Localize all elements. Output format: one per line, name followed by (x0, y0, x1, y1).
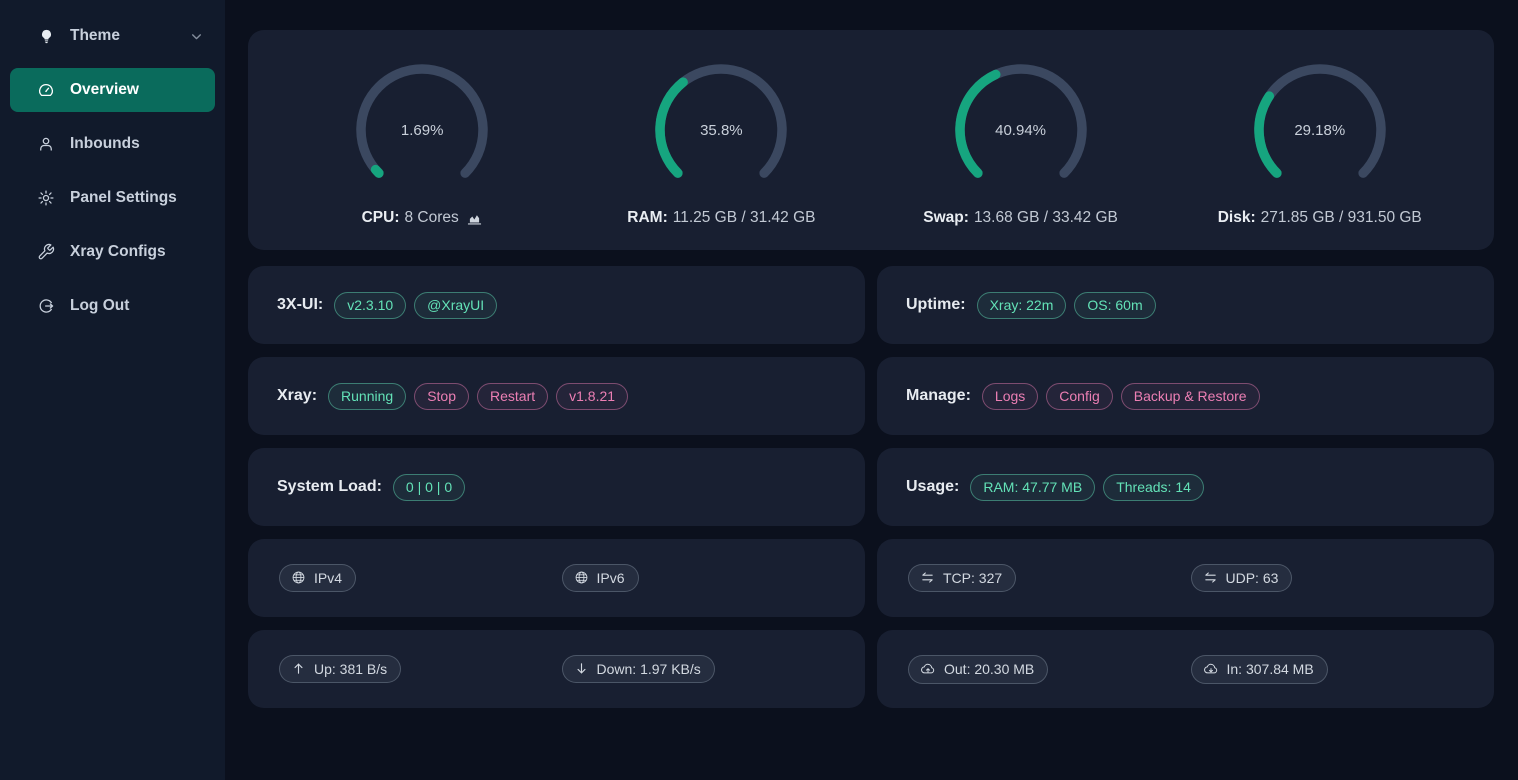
system-load-label: System Load: (277, 478, 382, 496)
cpu-percent-value: 1.69% (352, 60, 492, 200)
system-load-values-tag: 0 | 0 | 0 (393, 474, 465, 501)
connections-card: TCP: 327 UDP: 63 (877, 539, 1494, 617)
cpu-history-chart-icon[interactable] (466, 210, 483, 227)
sidebar-item-panel-settings[interactable]: Panel Settings (10, 176, 215, 220)
panel-version-label: 3X-UI: (277, 296, 323, 314)
lightbulb-icon (37, 27, 55, 45)
cloud-download-icon (1203, 661, 1219, 677)
udp-connections-tag: UDP: 63 (1191, 564, 1293, 592)
ram-usage-tag: RAM: 47.77 MB (970, 474, 1095, 501)
logout-icon (37, 297, 55, 315)
gauge-ram: 35.8% RAM: 11.25 GB / 31.42 GB (596, 60, 846, 227)
swap-percent-value: 40.94% (951, 60, 1091, 200)
tcp-connections-tag: TCP: 327 (908, 564, 1016, 592)
gear-icon (37, 189, 55, 207)
system-gauges-card: 1.69% CPU: 8 Cores 35.8% RAM: 11.25 GB /… (248, 30, 1494, 250)
main-content: 1.69% CPU: 8 Cores 35.8% RAM: 11.25 GB /… (225, 0, 1518, 780)
usage-card: Usage: RAM: 47.77 MB Threads: 14 (877, 448, 1494, 526)
download-speed-tag: Down: 1.97 KB/s (562, 655, 715, 683)
ip-card: IPv4 IPv6 (248, 539, 865, 617)
config-button[interactable]: Config (1046, 383, 1112, 410)
wrench-icon (37, 243, 55, 261)
globe-icon (574, 570, 589, 585)
disk-label: Disk: 271.85 GB / 931.50 GB (1218, 209, 1422, 227)
ipv6-tag: IPv6 (562, 564, 639, 592)
xray-restart-button[interactable]: Restart (477, 383, 548, 410)
cpu-label: CPU: 8 Cores (362, 209, 483, 227)
traffic-card: Out: 20.30 MB In: 307.84 MB (877, 630, 1494, 708)
xray-uptime-tag: Xray: 22m (977, 292, 1067, 319)
gauge-cpu: 1.69% CPU: 8 Cores (297, 60, 547, 227)
sidebar-item-label: Theme (70, 27, 120, 45)
info-grid: 3X-UI: v2.3.10 @XrayUI Uptime: Xray: 22m… (248, 266, 1494, 708)
xray-stop-button[interactable]: Stop (414, 383, 469, 410)
ram-label: RAM: 11.25 GB / 31.42 GB (627, 209, 815, 227)
ipv4-tag: IPv4 (279, 564, 356, 592)
system-load-card: System Load: 0 | 0 | 0 (248, 448, 865, 526)
sidebar: Theme Overview Inbounds Panel Settings X… (0, 0, 225, 780)
xray-status-card: Xray: Running Stop Restart v1.8.21 (248, 357, 865, 435)
arrow-up-icon (291, 661, 306, 676)
gauge-disk: 29.18% Disk: 271.85 GB / 931.50 GB (1195, 60, 1445, 227)
globe-icon (291, 570, 306, 585)
gauge-swap: 40.94% Swap: 13.68 GB / 33.42 GB (896, 60, 1146, 227)
sidebar-item-label: Log Out (70, 297, 129, 315)
uptime-card: Uptime: Xray: 22m OS: 60m (877, 266, 1494, 344)
backup-restore-button[interactable]: Backup & Restore (1121, 383, 1260, 410)
traffic-in-tag: In: 307.84 MB (1191, 655, 1328, 684)
sidebar-item-label: Panel Settings (70, 189, 177, 207)
sidebar-item-label: Inbounds (70, 135, 140, 153)
arrow-down-icon (574, 661, 589, 676)
disk-percent-value: 29.18% (1250, 60, 1390, 200)
sidebar-item-theme[interactable]: Theme (10, 14, 215, 58)
traffic-out-tag: Out: 20.30 MB (908, 655, 1048, 684)
ram-percent-value: 35.8% (651, 60, 791, 200)
panel-version-card: 3X-UI: v2.3.10 @XrayUI (248, 266, 865, 344)
swap-arrows-icon (920, 570, 935, 585)
xray-label: Xray: (277, 387, 317, 405)
usage-label: Usage: (906, 478, 959, 496)
speed-card: Up: 381 B/s Down: 1.97 KB/s (248, 630, 865, 708)
manage-label: Manage: (906, 387, 971, 405)
sidebar-item-label: Overview (70, 81, 139, 99)
user-icon (37, 135, 55, 153)
sidebar-item-label: Xray Configs (70, 243, 166, 261)
swap-label: Swap: 13.68 GB / 33.42 GB (923, 209, 1118, 227)
swap-arrows-icon (1203, 570, 1218, 585)
manage-card: Manage: Logs Config Backup & Restore (877, 357, 1494, 435)
cloud-upload-icon (920, 661, 936, 677)
logs-button[interactable]: Logs (982, 383, 1038, 410)
dashboard-icon (37, 81, 55, 99)
xrayui-telegram-tag[interactable]: @XrayUI (414, 292, 497, 319)
upload-speed-tag: Up: 381 B/s (279, 655, 401, 683)
os-uptime-tag: OS: 60m (1074, 292, 1155, 319)
panel-version-tag[interactable]: v2.3.10 (334, 292, 406, 319)
xray-running-status-tag: Running (328, 383, 406, 410)
sidebar-item-inbounds[interactable]: Inbounds (10, 122, 215, 166)
sidebar-item-xray-configs[interactable]: Xray Configs (10, 230, 215, 274)
sidebar-item-overview[interactable]: Overview (10, 68, 215, 112)
uptime-label: Uptime: (906, 296, 966, 314)
sidebar-item-log-out[interactable]: Log Out (10, 284, 215, 328)
chevron-down-icon[interactable] (190, 30, 203, 43)
threads-tag: Threads: 14 (1103, 474, 1204, 501)
xray-version-button[interactable]: v1.8.21 (556, 383, 628, 410)
